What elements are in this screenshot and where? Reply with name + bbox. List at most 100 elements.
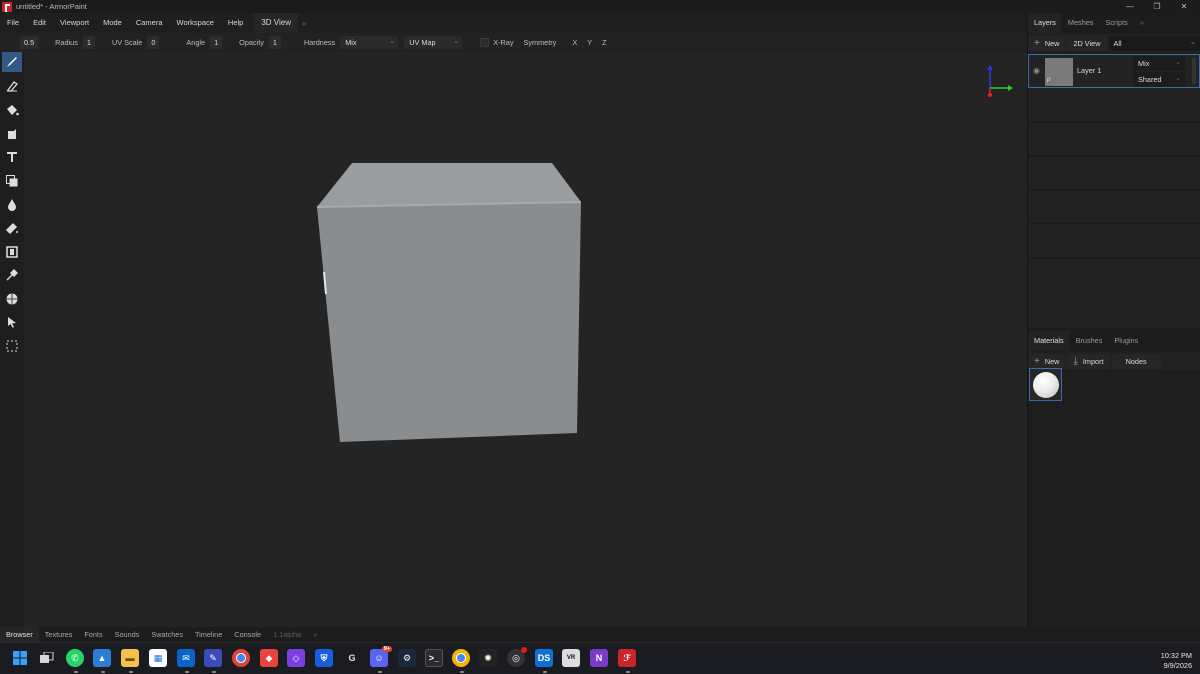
system-clock[interactable]: 10:32 PM 9/9/2026	[1161, 651, 1192, 671]
import-material-button[interactable]: ⤓ Import	[1067, 353, 1110, 369]
symmetry-z-toggle[interactable]: Z	[597, 38, 611, 47]
menu-viewport[interactable]: Viewport	[53, 13, 96, 33]
tab-timeline[interactable]: Timeline	[189, 627, 228, 642]
picker-icon[interactable]	[2, 265, 22, 285]
tab-plugins[interactable]: Plugins	[1108, 331, 1144, 351]
mail-icon[interactable]: ✉	[177, 649, 195, 667]
2d-view-button[interactable]: 2D View	[1067, 35, 1107, 51]
uv-scale-label: UV Scale	[111, 38, 143, 47]
clone-icon[interactable]	[2, 171, 22, 191]
tab-scripts[interactable]: Scripts	[1099, 13, 1133, 33]
obs-icon[interactable]: ◎	[507, 647, 527, 667]
symmetry-y-toggle[interactable]: Y	[582, 38, 597, 47]
material-thumbnail[interactable]	[1029, 368, 1062, 401]
layer-filter-select[interactable]: All	[1108, 34, 1200, 51]
decal-icon[interactable]	[2, 124, 22, 144]
import-icon: ⤓	[1073, 355, 1078, 367]
visual-studio-icon[interactable]: N	[590, 649, 608, 667]
tab-console[interactable]: Console	[228, 627, 267, 642]
tab-brushes[interactable]: Brushes	[1070, 331, 1109, 351]
tab-swatches[interactable]: Swatches	[145, 627, 189, 642]
new-layer-button[interactable]: + New	[1028, 35, 1066, 51]
brush-size-field[interactable]: 0.5	[20, 36, 39, 49]
eraser-icon[interactable]	[2, 76, 22, 96]
menu-help[interactable]: Help	[221, 13, 250, 33]
menu-file[interactable]: File	[0, 13, 26, 33]
uv-map-select[interactable]: UV Map	[404, 34, 463, 49]
blend-mode-select[interactable]: Mix	[340, 34, 399, 49]
maximize-icon[interactable]: ❐	[1145, 0, 1169, 13]
tab-textures[interactable]: Textures	[39, 627, 79, 642]
symmetry-x-toggle[interactable]: X	[567, 38, 582, 47]
menubar-more-icon[interactable]: »	[298, 19, 310, 28]
steam-icon[interactable]: ⚙	[398, 649, 416, 667]
layer-name[interactable]: Layer 1	[1077, 66, 1101, 75]
whatsapp-icon[interactable]: ✆	[66, 649, 84, 667]
tab-materials[interactable]: Materials	[1028, 331, 1070, 351]
tool-options-bar: 0.5 Radius 1 UV Scale 0 Angle 1 Opacity …	[0, 33, 1027, 52]
angle-label: Angle	[186, 38, 206, 47]
store-icon[interactable]: ▦	[149, 649, 167, 667]
bitwarden-icon[interactable]: ⛨	[315, 649, 333, 667]
tab-meshes[interactable]: Meshes	[1062, 13, 1100, 33]
particle-icon[interactable]	[2, 242, 22, 262]
layer-row[interactable]: ◉ ρ Layer 1 Mix Shared	[1028, 54, 1200, 88]
paint-icon[interactable]: ✎	[204, 649, 222, 667]
running-indicator	[212, 671, 216, 673]
task-view-icon[interactable]	[38, 649, 56, 667]
uv-scale-field[interactable]: 0	[147, 36, 160, 49]
windows-start-icon[interactable]	[11, 649, 29, 667]
chrome-active-icon[interactable]	[452, 649, 470, 667]
smudge-icon[interactable]	[2, 218, 22, 238]
layer-blend-select[interactable]: Mix	[1133, 54, 1185, 71]
tab-fonts[interactable]: Fonts	[78, 627, 108, 642]
terminal-icon[interactable]: >_	[425, 649, 443, 667]
menu-camera[interactable]: Camera	[129, 13, 170, 33]
menu-mode[interactable]: Mode	[96, 13, 129, 33]
nodes-button[interactable]: Nodes	[1111, 353, 1161, 369]
tab-3d-view[interactable]: 3D View	[254, 13, 299, 33]
layer-thumbnail[interactable]: ρ	[1045, 58, 1073, 86]
logitech-icon[interactable]: G	[343, 649, 361, 667]
discord-icon[interactable]: ☺ 9+	[370, 646, 392, 667]
minimize-icon[interactable]: —	[1118, 0, 1142, 13]
opacity-field[interactable]: 1	[268, 36, 281, 49]
axis-gizmo[interactable]	[987, 65, 1013, 97]
vr-icon[interactable]: VR	[562, 649, 580, 667]
tool-sidebar	[0, 52, 24, 627]
obsidian-icon[interactable]: ◇	[287, 649, 305, 667]
layer-scrollbar[interactable]	[1192, 58, 1196, 84]
brush-icon[interactable]	[2, 52, 22, 72]
select-icon[interactable]	[2, 312, 22, 332]
davinci-icon[interactable]: ✺	[479, 649, 497, 667]
text-icon[interactable]	[2, 147, 22, 167]
blur-icon[interactable]	[2, 195, 22, 215]
tab-browser[interactable]: Browser	[0, 627, 39, 642]
file-explorer-icon[interactable]: ▬	[121, 649, 139, 667]
layers-tabs-more-icon[interactable]: »	[1134, 13, 1150, 33]
photos-icon[interactable]: ▲	[93, 649, 111, 667]
marquee-icon[interactable]	[2, 336, 22, 356]
radius-field[interactable]: 1	[82, 36, 95, 49]
tab-sounds[interactable]: Sounds	[109, 627, 146, 642]
ds-icon[interactable]: DS	[535, 649, 553, 667]
cube-mesh[interactable]	[316, 163, 582, 442]
chrome-icon[interactable]	[232, 649, 250, 667]
angle-field[interactable]: 1	[210, 36, 223, 49]
visibility-eye-icon[interactable]: ◉	[1033, 66, 1040, 75]
browser-tabs-more-icon[interactable]: »	[307, 627, 323, 642]
media-icon[interactable]: ◆	[260, 649, 278, 667]
armorpaint-icon[interactable]: ℱ	[618, 649, 636, 667]
bake-icon[interactable]	[2, 289, 22, 309]
running-indicator	[185, 671, 189, 673]
3d-viewport[interactable]	[24, 52, 1027, 627]
close-icon[interactable]: ✕	[1172, 0, 1196, 13]
xray-checkbox[interactable]	[480, 38, 490, 47]
fill-icon[interactable]	[2, 100, 22, 120]
menu-edit[interactable]: Edit	[26, 13, 53, 33]
tab-layers[interactable]: Layers	[1028, 13, 1062, 33]
menu-workspace[interactable]: Workspace	[170, 13, 221, 33]
running-indicator	[101, 671, 105, 673]
layer-mode-select[interactable]: Shared	[1133, 70, 1185, 87]
new-material-button[interactable]: + New	[1028, 353, 1066, 369]
